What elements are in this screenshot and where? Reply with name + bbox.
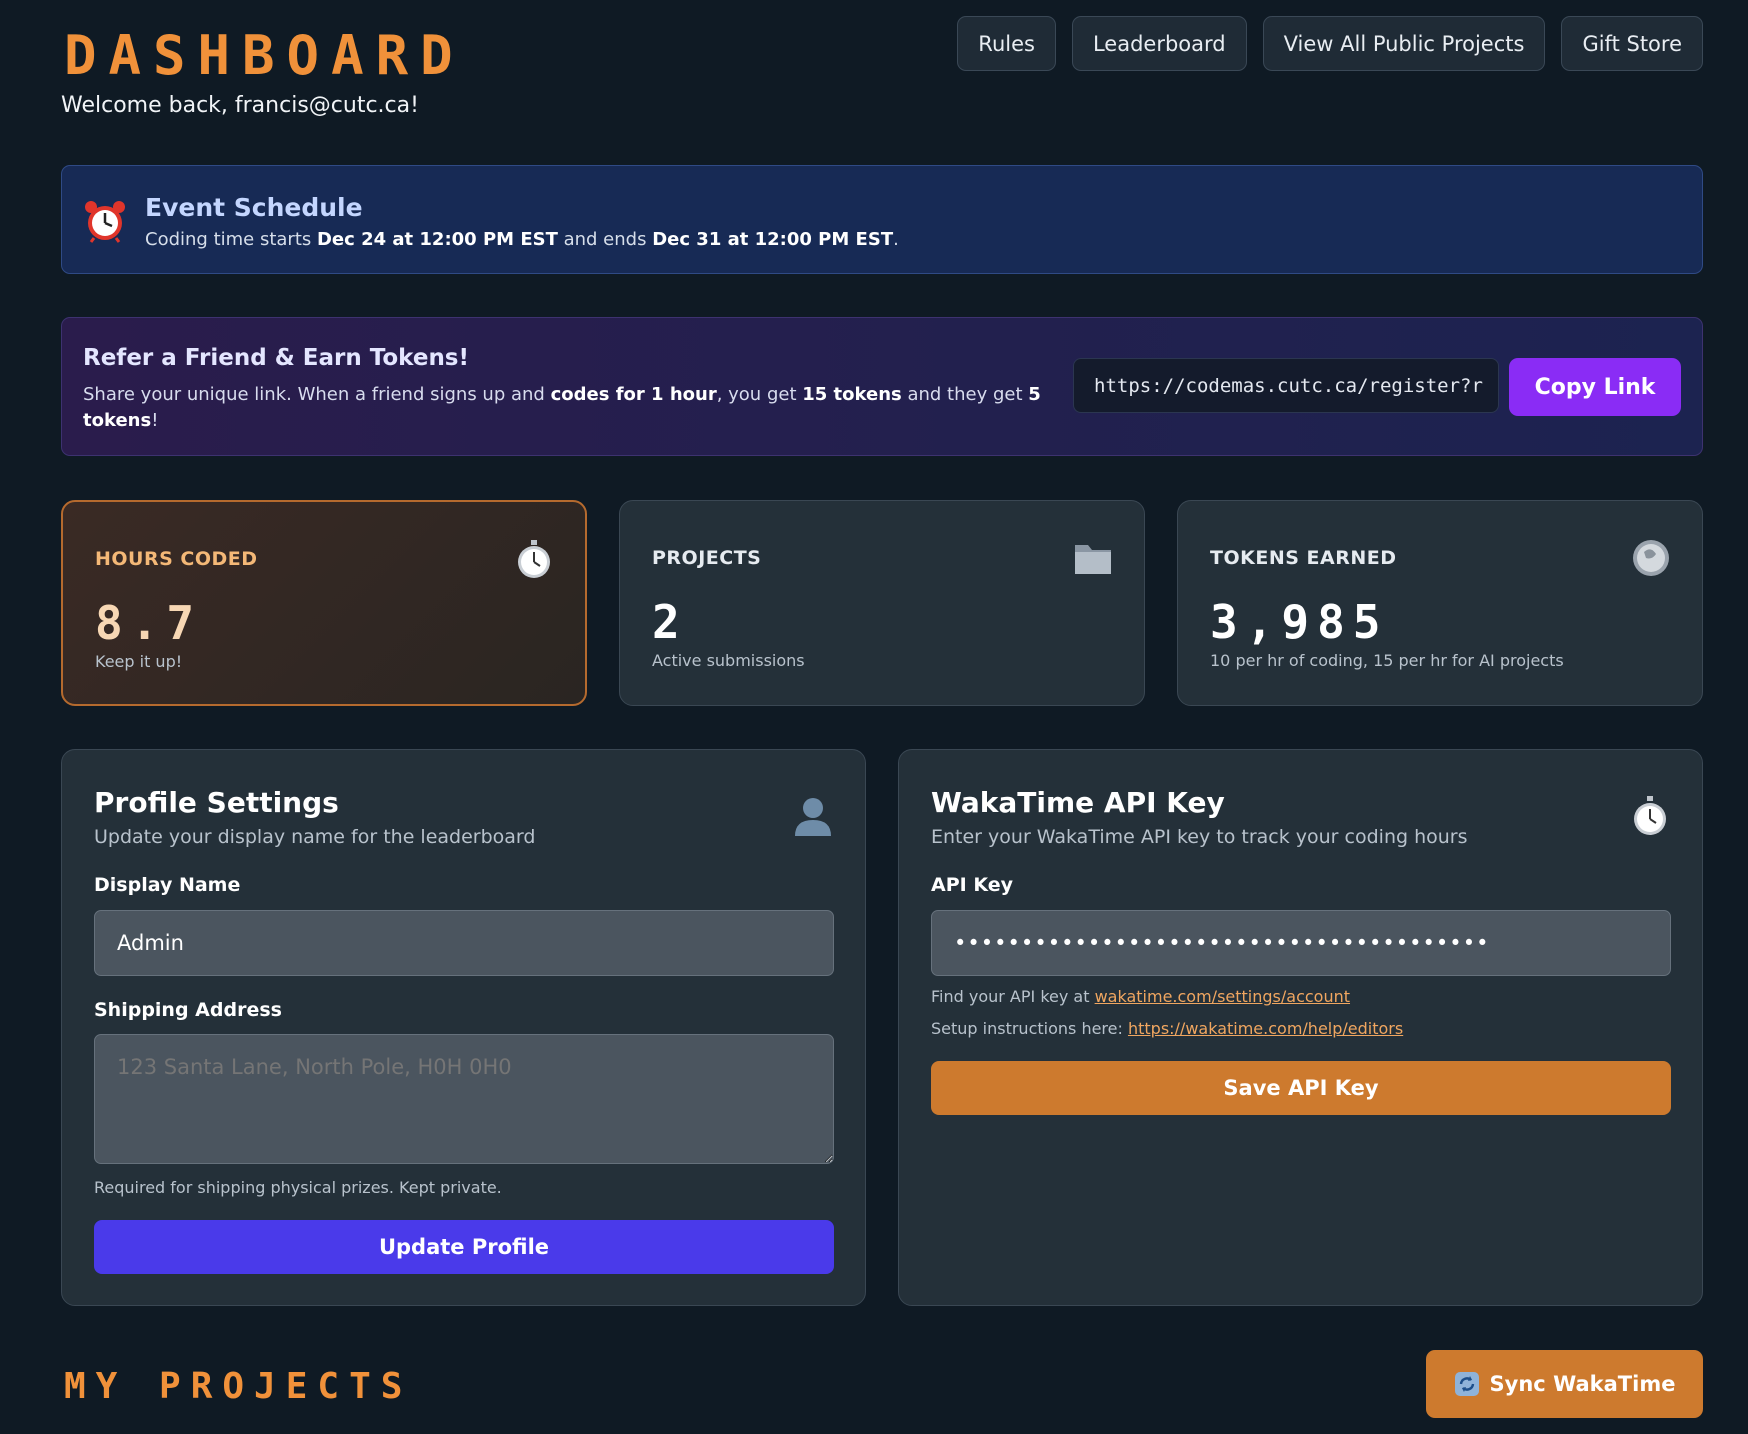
stopwatch-icon (1634, 796, 1666, 835)
referral-banner: Refer a Friend & Earn Tokens! Share your… (61, 317, 1703, 456)
leaderboard-button[interactable]: Leaderboard (1071, 16, 1247, 71)
stat-value: 3,985 (1210, 595, 1389, 649)
api-key-label: API Key (931, 874, 1013, 896)
stat-subtext: 10 per hr of coding, 15 per hr for AI pr… (1210, 651, 1564, 670)
stat-subtext: Active submissions (652, 651, 805, 670)
user-icon (795, 798, 831, 836)
shipping-hint: Required for shipping physical prizes. K… (94, 1178, 502, 1197)
wakatime-editors-link[interactable]: https://wakatime.com/help/editors (1128, 1019, 1403, 1038)
profile-settings-title: Profile Settings (94, 786, 339, 819)
coin-icon (1633, 540, 1669, 576)
stat-value: 2 (652, 595, 688, 649)
copy-link-button[interactable]: Copy Link (1509, 358, 1681, 416)
gift-store-button[interactable]: Gift Store (1561, 16, 1703, 71)
referral-link-field[interactable]: https://codemas.cutc.ca/register?r (1073, 358, 1499, 413)
sync-wakatime-label: Sync WakaTime (1489, 1372, 1676, 1396)
page-title: DASHBOARD (64, 24, 465, 87)
public-projects-button[interactable]: View All Public Projects (1262, 16, 1546, 71)
api-key-input[interactable]: •••••••••••••••••••••••••••••••••••••••• (931, 910, 1671, 976)
projects-card: PROJECTS 2 Active submissions (619, 500, 1145, 706)
save-api-key-button[interactable]: Save API Key (931, 1061, 1671, 1115)
tokens-earned-card: TOKENS EARNED 3,985 10 per hr of coding,… (1177, 500, 1703, 706)
profile-settings-card: Profile Settings Update your display nam… (61, 749, 866, 1306)
stopwatch-icon (518, 540, 550, 578)
alarm-clock-icon (85, 201, 125, 243)
sync-wakatime-button[interactable]: Sync WakaTime (1426, 1350, 1703, 1418)
event-schedule-text: Coding time starts Dec 24 at 12:00 PM ES… (145, 229, 899, 250)
folder-icon (1075, 545, 1111, 574)
event-schedule-title: Event Schedule (145, 193, 363, 222)
update-profile-button[interactable]: Update Profile (94, 1220, 834, 1274)
shipping-address-input[interactable] (94, 1034, 834, 1164)
profile-settings-subtitle: Update your display name for the leaderb… (94, 826, 536, 848)
event-schedule-banner: Event Schedule Coding time starts Dec 24… (61, 165, 1703, 274)
wakatime-title: WakaTime API Key (931, 786, 1225, 819)
setup-instructions-hint: Setup instructions here: https://wakatim… (931, 1019, 1404, 1038)
stat-subtext: Keep it up! (95, 652, 183, 671)
stat-label: TOKENS EARNED (1210, 547, 1397, 569)
display-name-input[interactable] (94, 910, 834, 976)
hours-coded-card: HOURS CODED 8.7 Keep it up! (61, 500, 587, 706)
my-projects-heading: MY PROJECTS (64, 1366, 413, 1407)
wakatime-card: WakaTime API Key Enter your WakaTime API… (898, 749, 1703, 1306)
wakatime-settings-link[interactable]: wakatime.com/settings/account (1095, 987, 1350, 1006)
display-name-label: Display Name (94, 874, 241, 896)
welcome-message: Welcome back, francis@cutc.ca! (61, 93, 419, 118)
shipping-address-label: Shipping Address (94, 999, 282, 1021)
end-time: Dec 31 at 12:00 PM EST (652, 229, 894, 250)
stat-label: PROJECTS (652, 547, 762, 569)
rules-button[interactable]: Rules (957, 16, 1056, 71)
top-nav: Rules Leaderboard View All Public Projec… (957, 16, 1703, 71)
api-key-hint: Find your API key at wakatime.com/settin… (931, 987, 1351, 1006)
stat-value: 8.7 (95, 596, 203, 650)
referral-title: Refer a Friend & Earn Tokens! (83, 345, 469, 371)
sync-icon (1454, 1372, 1479, 1396)
stat-label: HOURS CODED (95, 548, 258, 570)
wakatime-subtitle: Enter your WakaTime API key to track you… (931, 826, 1468, 848)
referral-text: Share your unique link. When a friend si… (83, 384, 1041, 431)
start-time: Dec 24 at 12:00 PM EST (316, 229, 558, 250)
